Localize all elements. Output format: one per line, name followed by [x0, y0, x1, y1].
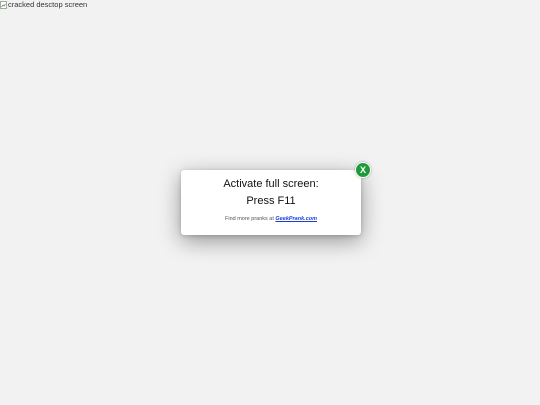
dialog-footer: Find more pranks at GeekPrank.com [181, 216, 361, 222]
dialog-instruction: Press F11 [246, 195, 296, 207]
image-alt-text: cracked desctop screen [8, 0, 88, 9]
page: cracked desctop screen Activate full scr… [0, 0, 540, 405]
broken-image-icon [0, 0, 7, 9]
broken-image-placeholder: cracked desctop screen [0, 0, 87, 9]
close-button[interactable]: X [355, 162, 371, 178]
geekprank-link[interactable]: GeekPrank.com [275, 216, 317, 222]
footer-prefix: Find more pranks at [224, 216, 276, 222]
fullscreen-dialog: Activate full screen: Press F11 Find mor… [181, 170, 361, 235]
dialog-title: Activate full screen: [223, 178, 319, 190]
